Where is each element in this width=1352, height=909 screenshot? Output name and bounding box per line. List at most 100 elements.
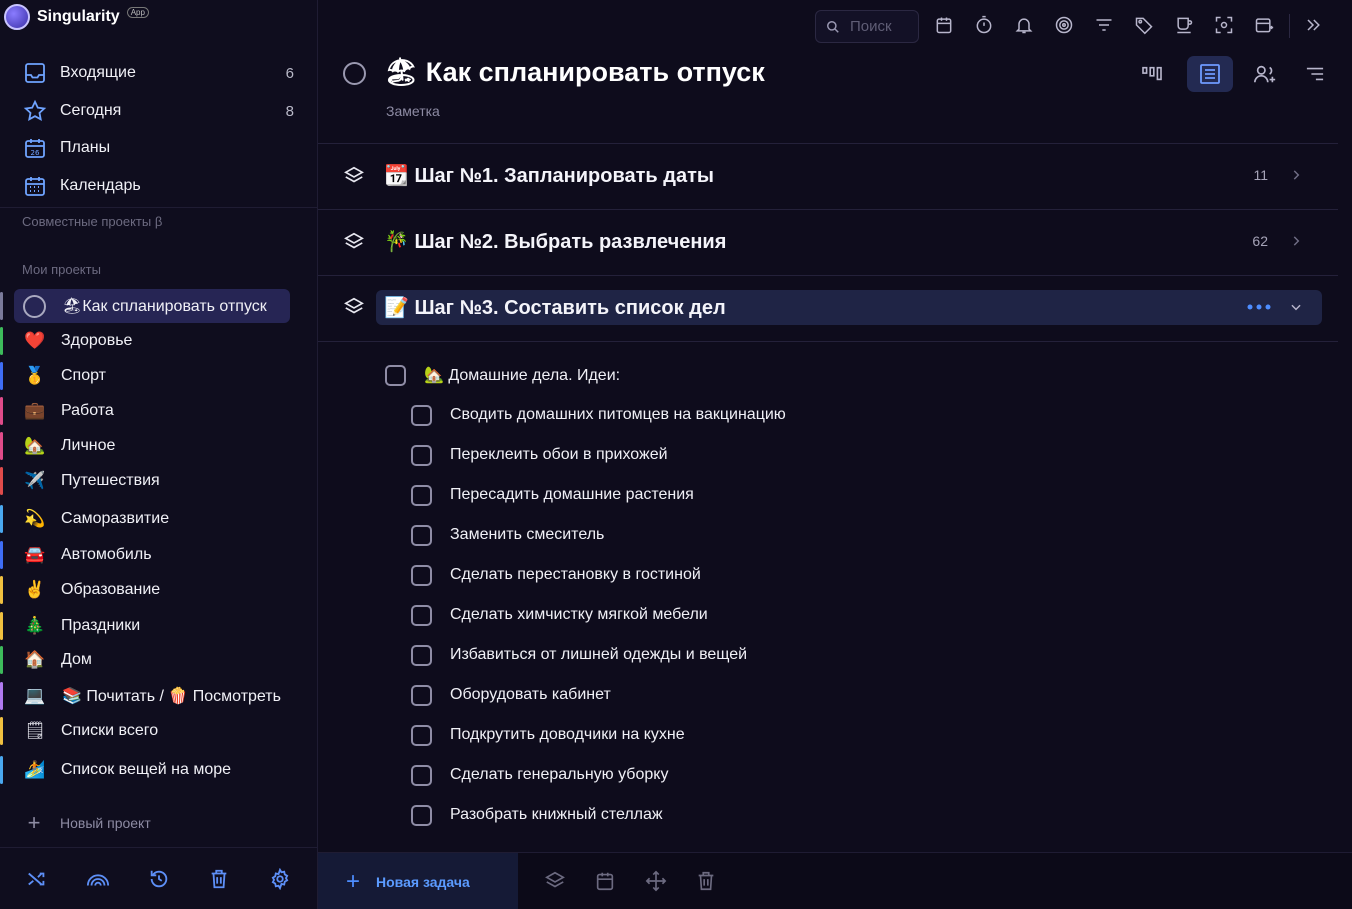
history-icon[interactable] bbox=[147, 867, 171, 891]
nav-today[interactable]: Сегодня 8 bbox=[0, 94, 318, 128]
task-checkbox[interactable] bbox=[411, 724, 432, 746]
kanban-view-icon[interactable] bbox=[1129, 56, 1175, 92]
layers-icon[interactable] bbox=[342, 295, 366, 319]
trash-icon[interactable] bbox=[207, 867, 231, 891]
trash-icon[interactable] bbox=[694, 869, 718, 893]
task-checkbox[interactable] bbox=[411, 644, 432, 666]
tag-icon[interactable] bbox=[1132, 13, 1156, 37]
subtask-item[interactable]: Пересадить домашние растения bbox=[411, 483, 694, 507]
task-checkbox[interactable] bbox=[411, 604, 432, 626]
subtask-item[interactable]: Сделать химчистку мягкой мебели bbox=[411, 603, 708, 627]
nav-inbox[interactable]: Входящие 6 bbox=[0, 56, 318, 90]
project-label: Здоровье bbox=[61, 332, 133, 349]
step-row-1[interactable]: 📆 Шаг №1. Запланировать даты 11 bbox=[318, 152, 1338, 200]
project-item-sport[interactable]: 🥇 Спорт bbox=[0, 359, 318, 393]
subtask-item[interactable]: Разобрать книжный стеллаж bbox=[411, 803, 663, 827]
shared-projects-title[interactable]: Совместные проекты β bbox=[22, 214, 162, 229]
add-member-icon[interactable] bbox=[1242, 56, 1288, 92]
project-complete-circle[interactable] bbox=[343, 62, 366, 85]
task-checkbox[interactable] bbox=[411, 524, 432, 546]
subtask-item[interactable]: Заменить смеситель bbox=[411, 523, 604, 547]
chevron-down-icon[interactable] bbox=[1286, 297, 1306, 317]
surfer-icon: 🏄 bbox=[24, 760, 46, 779]
rainbow-icon[interactable] bbox=[86, 867, 110, 891]
project-item-read-watch[interactable]: 💻 📚 Почитать / 🍿 Посмотреть bbox=[0, 679, 318, 713]
project-item-sea-list[interactable]: 🏄 Список вещей на море bbox=[0, 753, 318, 787]
more-icon[interactable] bbox=[1246, 296, 1272, 318]
subtask-item[interactable]: Сделать генеральную уборку bbox=[411, 763, 668, 787]
filter-icon[interactable] bbox=[1092, 13, 1116, 37]
project-status-circle[interactable] bbox=[23, 295, 46, 318]
subtask-item[interactable]: Сделать перестановку в гостиной bbox=[411, 563, 701, 587]
project-item-car[interactable]: 🚘 Автомобиль bbox=[0, 538, 318, 572]
chevron-right-icon[interactable] bbox=[1286, 231, 1306, 251]
task-checkbox[interactable] bbox=[385, 364, 406, 386]
project-color-bar bbox=[0, 756, 3, 784]
coffee-icon[interactable] bbox=[1172, 13, 1196, 37]
task-checkbox[interactable] bbox=[411, 564, 432, 586]
subtask-item[interactable]: Избавиться от лишней одежды и вещей bbox=[411, 643, 747, 667]
new-project-button[interactable]: + Новый проект bbox=[22, 810, 151, 836]
task-checkbox[interactable] bbox=[411, 484, 432, 506]
project-item-education[interactable]: ✌️ Образование bbox=[0, 573, 318, 607]
project-item-selfdev[interactable]: 💫 Саморазвитие bbox=[0, 502, 318, 536]
project-item-personal[interactable]: 🏡 Личное bbox=[0, 429, 318, 463]
task-label: 🏡 Домашние дела. Идеи: bbox=[424, 367, 621, 384]
project-label: Дом bbox=[61, 651, 92, 668]
sort-menu-icon[interactable] bbox=[1292, 56, 1338, 92]
target-icon[interactable] bbox=[1052, 13, 1076, 37]
nav-calendar[interactable]: Календарь bbox=[0, 169, 318, 203]
timer-icon[interactable] bbox=[972, 13, 996, 37]
app-brand[interactable]: Singularity App bbox=[4, 3, 149, 31]
search-input[interactable] bbox=[850, 18, 920, 35]
page-subtitle[interactable]: Заметка bbox=[386, 103, 440, 119]
focus-icon[interactable] bbox=[1212, 13, 1236, 37]
layers-icon[interactable] bbox=[342, 230, 366, 254]
task-checkbox[interactable] bbox=[411, 804, 432, 826]
project-item-health[interactable]: ❤️ Здоровье bbox=[0, 324, 318, 358]
calendar-icon[interactable] bbox=[593, 869, 617, 893]
collapse-icon[interactable] bbox=[1301, 13, 1325, 37]
subtask-item[interactable]: Сводить домашних питомцев на вакцинацию bbox=[411, 403, 786, 427]
list-view-icon[interactable] bbox=[1187, 56, 1233, 92]
new-project-label: Новый проект bbox=[60, 815, 151, 831]
subtask-item[interactable]: Подкрутить доводчики на кухне bbox=[411, 723, 685, 747]
calendar-icon[interactable] bbox=[932, 13, 956, 37]
page-title[interactable]: 🏖 Как спланировать отпуск bbox=[384, 56, 765, 88]
task-checkbox[interactable] bbox=[411, 764, 432, 786]
project-item-travel[interactable]: ✈️ Путешествия bbox=[0, 464, 318, 498]
gear-icon[interactable] bbox=[268, 867, 292, 891]
new-task-label: Новая задача bbox=[376, 873, 470, 890]
star-icon bbox=[22, 98, 48, 124]
project-item-lists[interactable]: 🗒 Списки всего bbox=[0, 714, 318, 748]
search-icon bbox=[826, 20, 840, 34]
project-item-holidays[interactable]: 🎄 Праздники bbox=[0, 609, 318, 643]
nav-plans-label: Планы bbox=[60, 139, 111, 156]
inbox-icon bbox=[22, 60, 48, 86]
new-task-button[interactable]: + Новая задача bbox=[318, 853, 518, 909]
search-box[interactable] bbox=[815, 10, 920, 43]
parent-task[interactable]: 🏡 Домашние дела. Идеи: bbox=[385, 364, 620, 386]
task-checkbox[interactable] bbox=[411, 684, 432, 706]
step-row-2[interactable]: 🎋 Шаг №2. Выбрать развлечения 62 bbox=[318, 218, 1338, 266]
task-checkbox[interactable] bbox=[411, 404, 432, 426]
shuffle-icon[interactable] bbox=[25, 867, 49, 891]
task-label: Пересадить домашние растения bbox=[450, 486, 694, 503]
project-item-home[interactable]: 🏠 Дом bbox=[0, 643, 318, 677]
layers-icon[interactable] bbox=[342, 164, 366, 188]
move-icon[interactable] bbox=[644, 869, 668, 893]
step-row-3[interactable]: 📝 Шаг №3. Составить список дел bbox=[318, 290, 1338, 338]
house-icon: 🏠 bbox=[24, 650, 46, 669]
project-item-work[interactable]: 💼 Работа bbox=[0, 394, 318, 428]
step-count: 62 bbox=[1252, 233, 1268, 249]
project-item-vacation[interactable]: 🏖Как спланировать отпуск bbox=[0, 289, 318, 323]
layers-icon[interactable] bbox=[543, 869, 567, 893]
calendar-add-icon[interactable] bbox=[1252, 13, 1276, 37]
task-checkbox[interactable] bbox=[411, 444, 432, 466]
task-label: Заменить смеситель bbox=[450, 526, 605, 543]
chevron-right-icon[interactable] bbox=[1286, 165, 1306, 185]
nav-plans[interactable]: 26 Планы bbox=[0, 131, 318, 165]
bell-icon[interactable] bbox=[1012, 13, 1036, 37]
subtask-item[interactable]: Переклеить обои в прихожей bbox=[411, 443, 668, 467]
subtask-item[interactable]: Оборудовать кабинет bbox=[411, 683, 611, 707]
